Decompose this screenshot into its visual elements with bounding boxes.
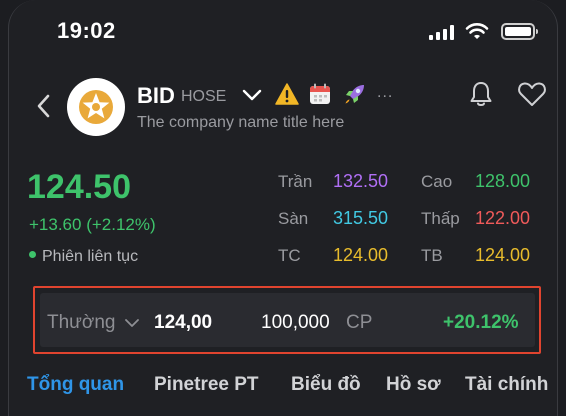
quantity-unit: CP bbox=[346, 312, 373, 333]
session-status: Phiên liên tục bbox=[29, 248, 138, 266]
ticker-symbol: BID bbox=[137, 83, 175, 108]
high-label: Cao bbox=[421, 172, 453, 191]
low-value: 122.00 bbox=[475, 208, 531, 228]
company-logo bbox=[67, 78, 125, 136]
rocket-icon[interactable] bbox=[343, 82, 367, 106]
tab-chart[interactable]: Biểu đồ bbox=[291, 374, 361, 396]
order-percent: +20.12% bbox=[443, 312, 519, 333]
app-screen: 19:02 BID HOSE ... The company name titl… bbox=[8, 0, 558, 416]
battery-icon bbox=[501, 23, 538, 40]
status-time: 19:02 bbox=[57, 18, 116, 43]
tab-overview[interactable]: Tổng quan bbox=[27, 374, 124, 396]
order-type-select[interactable]: Thường bbox=[47, 312, 116, 334]
chevron-down-icon[interactable] bbox=[123, 316, 141, 330]
floor-label: Sàn bbox=[278, 209, 309, 228]
reference-label: TC bbox=[278, 246, 301, 265]
tab-financials[interactable]: Tài chính bbox=[465, 374, 548, 396]
warning-icon[interactable] bbox=[275, 83, 299, 105]
heart-icon[interactable] bbox=[517, 80, 547, 108]
order-price-field[interactable]: 124,00 bbox=[154, 312, 212, 334]
bell-icon[interactable] bbox=[467, 80, 495, 108]
tab-profile[interactable]: Hồ sơ bbox=[386, 374, 441, 396]
high-value: 128.00 bbox=[475, 171, 531, 191]
session-label: Phiên liên tục bbox=[42, 248, 139, 265]
back-icon[interactable] bbox=[33, 92, 55, 120]
price-change: +13.60 (+2.12%) bbox=[29, 215, 156, 234]
calendar-icon[interactable] bbox=[309, 83, 331, 105]
more-options-icon[interactable]: ... bbox=[377, 84, 393, 102]
ceiling-value: 132.50 bbox=[333, 171, 389, 191]
last-price: 124.50 bbox=[27, 168, 131, 206]
average-value: 124.00 bbox=[475, 245, 531, 265]
wifi-icon bbox=[465, 23, 489, 39]
star-logo-icon bbox=[79, 90, 113, 124]
company-name: The company name title here bbox=[137, 114, 345, 131]
ceiling-label: Trần bbox=[278, 172, 313, 191]
cellular-signal-icon bbox=[429, 24, 455, 40]
floor-value: 315.50 bbox=[333, 208, 389, 228]
low-label: Thấp bbox=[421, 209, 460, 228]
reference-value: 124.00 bbox=[333, 245, 389, 265]
exchange-label: HOSE bbox=[181, 88, 227, 105]
chevron-down-icon[interactable] bbox=[241, 86, 263, 104]
order-quantity-field[interactable]: 100,000 bbox=[261, 312, 330, 334]
tab-pinetree-pt[interactable]: Pinetree PT bbox=[154, 374, 259, 396]
status-dot-icon bbox=[29, 251, 36, 259]
average-label: TB bbox=[421, 246, 443, 265]
